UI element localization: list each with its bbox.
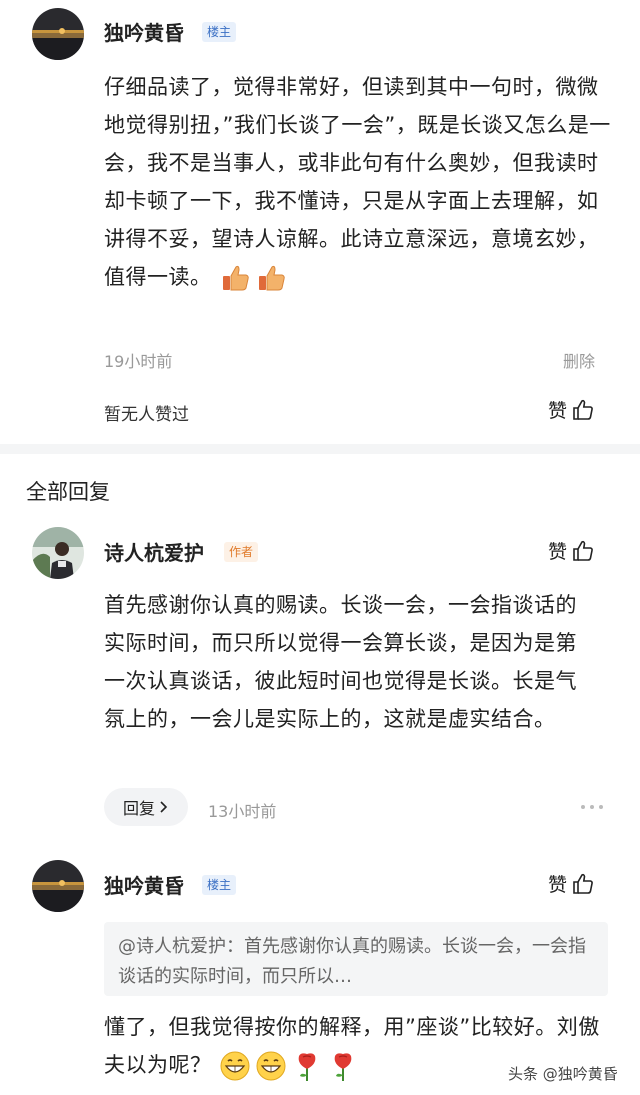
avatar[interactable] (32, 8, 84, 60)
author-name[interactable]: 独吟黄昏 (104, 17, 184, 46)
host-badge: 楼主 (202, 22, 237, 42)
reply-button[interactable]: 回复 (104, 788, 188, 826)
like-label: 赞 (548, 400, 568, 422)
comment-text-content: 仔细品读了，觉得非常好，但读到其中一句时，微微地觉得别扭，”我们长谈了一会”，既… (104, 75, 611, 289)
like-label: 赞 (548, 541, 568, 563)
like-button[interactable]: 赞 (548, 870, 595, 897)
delete-link[interactable]: 删除 (563, 348, 595, 372)
author-name[interactable]: 独吟黄昏 (104, 870, 184, 899)
like-button[interactable]: 赞 (548, 537, 595, 564)
avatar[interactable] (32, 527, 84, 579)
grin-icon (256, 1051, 286, 1081)
quoted-reply[interactable]: @诗人杭爱护：首先感谢你认真的赐读。长谈一会，一会指谈话的实际时间，而只所以… (104, 922, 608, 996)
emoji-row (219, 262, 287, 294)
section-divider (0, 444, 640, 454)
grin-icon (220, 1051, 250, 1081)
rose-icon (334, 1053, 352, 1081)
watermark: 头条 @独吟黄昏 (508, 1065, 618, 1083)
emoji-row (219, 1050, 359, 1082)
thumbs-up-outline-icon (573, 540, 593, 561)
author-name[interactable]: 诗人杭爱护 (104, 537, 204, 566)
reply-time: 13小时前 (208, 802, 277, 821)
rose-icon (298, 1053, 316, 1081)
no-likes-text: 暂无人赞过 (104, 405, 189, 425)
thumbs-up-icon (258, 265, 285, 291)
author-badge: 作者 (224, 542, 259, 562)
reply-text: 首先感谢你认真的赐读。长谈一会，一会指谈话的实际时间，而只所以觉得一会算长谈，是… (104, 593, 577, 731)
more-options-icon[interactable] (580, 797, 604, 821)
thumbs-up-outline-icon (573, 873, 593, 894)
comment-text: 仔细品读了，觉得非常好，但读到其中一句时，微微地觉得别扭，”我们长谈了一会”，既… (104, 68, 614, 296)
replies-title: 全部回复 (26, 480, 110, 504)
reply-button-label: 回复 (122, 799, 155, 818)
thumbs-up-icon (222, 265, 249, 291)
avatar[interactable] (32, 860, 84, 912)
host-badge: 楼主 (202, 875, 237, 895)
comment-time: 19小时前 (104, 352, 173, 371)
chevron-right-icon (160, 801, 168, 813)
like-label: 赞 (548, 874, 568, 896)
thumbs-up-outline-icon (573, 399, 593, 420)
like-button[interactable]: 赞 (548, 396, 595, 423)
